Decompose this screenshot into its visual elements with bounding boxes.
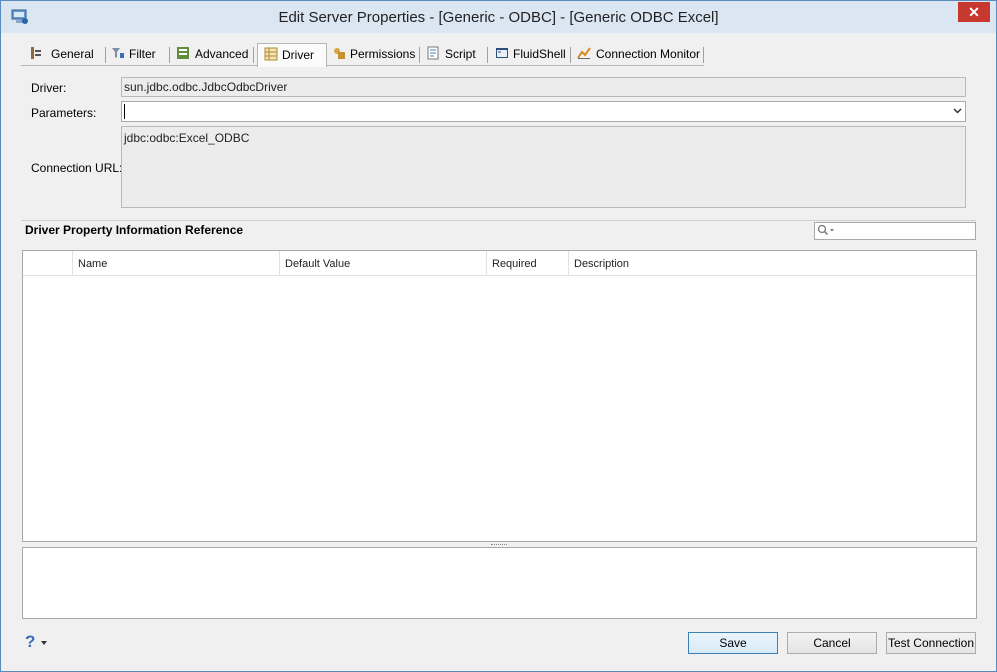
tab-fluidshell[interactable]: FluidShell [495, 43, 566, 65]
driver-panel: Driver: sun.jdbc.odbc.JdbcOdbcDriver Par… [21, 65, 976, 215]
tab-script[interactable]: Script [426, 43, 482, 65]
tab-filter[interactable]: Filter [111, 43, 163, 65]
general-icon [31, 47, 41, 59]
tab-permissions[interactable]: Permissions [332, 43, 422, 65]
tab-label: Connection Monitor [596, 47, 701, 61]
driver-field: sun.jdbc.odbc.JdbcOdbcDriver [121, 77, 966, 97]
advanced-icon [177, 47, 189, 59]
tab-general[interactable]: General [29, 43, 95, 65]
column-header-default-value[interactable]: Default Value [279, 251, 486, 275]
column-header-name[interactable]: Name [72, 251, 279, 275]
column-header-required[interactable]: Required [486, 251, 568, 275]
tab-separator [253, 47, 254, 63]
window-title: Edit Server Properties - [Generic - ODBC… [278, 9, 719, 26]
tab-separator [419, 47, 420, 63]
script-icon [427, 46, 439, 60]
tab-bar: General Filter Advanced Driver Permissio… [21, 43, 707, 67]
tab-separator [570, 47, 571, 63]
driver-icon [264, 47, 278, 61]
reference-header: Driver Property Information Reference [21, 220, 976, 251]
tab-label: FluidShell [513, 47, 566, 61]
help-dropdown-icon[interactable] [41, 641, 47, 645]
tab-separator [703, 47, 704, 63]
connection-url-field[interactable]: jdbc:odbc:Excel_ODBC [121, 126, 966, 208]
driver-label: Driver: [31, 81, 67, 95]
search-icon[interactable] [817, 224, 835, 237]
parameters-combobox[interactable] [121, 101, 966, 122]
table-header: Name Default Value Required Description [23, 251, 976, 276]
title-bar: Edit Server Properties - [Generic - ODBC… [1, 1, 996, 33]
tab-label: General [51, 47, 94, 61]
tab-driver[interactable]: Driver [257, 43, 327, 67]
column-header-select[interactable] [23, 251, 72, 275]
connection-monitor-icon [577, 47, 591, 59]
fluidshell-icon [496, 48, 508, 58]
tab-label: Permissions [350, 47, 416, 61]
tab-label: Script [445, 47, 476, 61]
driver-property-table[interactable]: Name Default Value Required Description [22, 250, 977, 542]
column-header-description[interactable]: Description [568, 251, 976, 275]
filter-icon [112, 48, 124, 58]
tab-label: Driver [282, 48, 314, 62]
close-button[interactable]: ✕ [958, 2, 990, 22]
connection-url-label: Connection URL: [31, 161, 123, 175]
reference-title: Driver Property Information Reference [25, 223, 244, 237]
text-caret [124, 104, 125, 119]
test-connection-button[interactable]: Test Connection [886, 632, 976, 654]
tab-separator [169, 47, 170, 63]
cancel-button[interactable]: Cancel [787, 632, 877, 654]
tab-separator [487, 47, 488, 63]
tab-label: Filter [129, 47, 156, 61]
chevron-down-icon[interactable] [953, 108, 962, 114]
search-input[interactable] [814, 222, 976, 240]
grip-icon [491, 544, 507, 546]
permissions-icon [334, 48, 345, 59]
save-button[interactable]: Save [688, 632, 778, 654]
edit-server-properties-dialog: Edit Server Properties - [Generic - ODBC… [0, 0, 997, 672]
property-description-area [22, 547, 977, 619]
tab-separator [105, 47, 106, 63]
help-icon[interactable]: ? [25, 632, 35, 652]
tab-connection-monitor[interactable]: Connection Monitor [577, 43, 707, 65]
tab-label: Advanced [195, 47, 249, 61]
tab-advanced[interactable]: Advanced [176, 43, 251, 65]
parameters-label: Parameters: [31, 106, 97, 120]
